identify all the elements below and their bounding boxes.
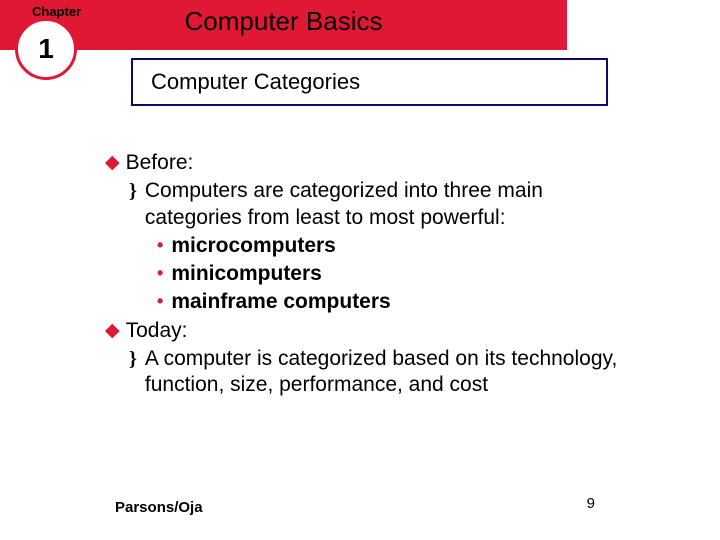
diamond-icon: ◆ [105,318,120,344]
item-mainframe: • mainframe computers [157,289,645,315]
item-mainframe-text: mainframe computers [171,289,390,315]
subtitle-text: Computer Categories [151,69,360,95]
before-desc: Computers are categorized into three mai… [145,178,645,231]
bullet-before: ◆ Before: [105,150,645,176]
item-micro-text: microcomputers [171,233,336,259]
item-mini: • minicomputers [157,261,645,287]
dot-icon: • [157,233,163,259]
chapter-circle: 1 [15,18,77,80]
footer-author: Parsons/Oja [115,499,203,516]
before-desc-row: } Computers are categorized into three m… [129,178,645,231]
body-content: ◆ Before: } Computers are categorized in… [105,150,645,400]
today-heading: Today: [126,318,188,344]
brace-icon: } [129,346,137,399]
today-desc: A computer is categorized based on its t… [145,346,645,399]
brace-icon: } [129,178,137,231]
today-desc-row: } A computer is categorized based on its… [129,346,645,399]
subtitle-box: Computer Categories [131,58,608,106]
footer-page: 9 [587,495,595,512]
bullet-today: ◆ Today: [105,318,645,344]
before-heading: Before: [126,150,194,176]
course-title: Computer Basics [0,6,567,37]
dot-icon: • [157,261,163,287]
item-micro: • microcomputers [157,233,645,259]
diamond-icon: ◆ [105,150,120,176]
chapter-label: Chapter [32,4,81,19]
slide: Computer Basics Chapter 1 Computer Categ… [0,0,720,540]
chapter-number: 1 [38,33,54,65]
item-mini-text: minicomputers [171,261,322,287]
dot-icon: • [157,289,163,315]
